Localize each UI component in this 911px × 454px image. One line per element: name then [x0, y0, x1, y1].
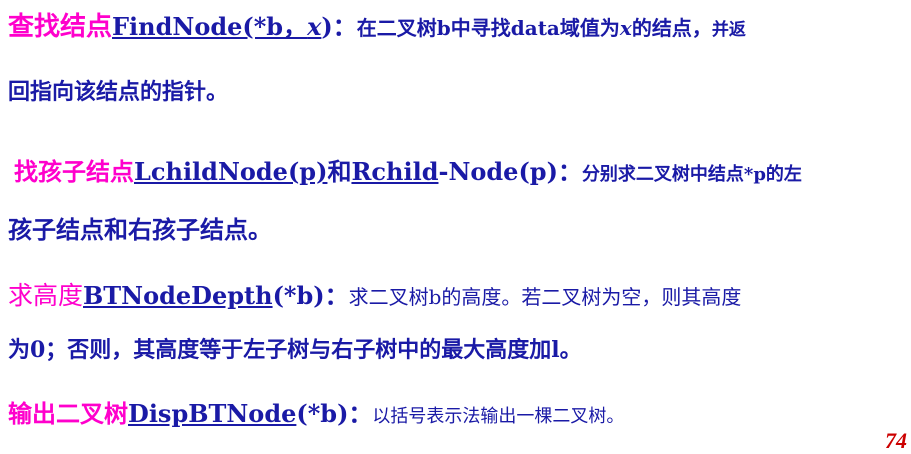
- function-close: )：: [321, 12, 357, 41]
- function-args: (*b)：: [272, 281, 349, 310]
- function-args: (*b)：: [296, 399, 373, 428]
- item-title: 查找结点: [8, 12, 113, 42]
- item-depth-line2: 为0；否则，其高度等于左子树与右子树中的最大高度加l。: [8, 337, 582, 363]
- function-param: x: [307, 12, 322, 41]
- description-variable: x: [619, 16, 632, 40]
- item-child-node-line2: 孩子结点和右孩子结点。: [8, 215, 272, 244]
- item-description: 并返: [711, 20, 746, 40]
- item-description: 分别求二叉树中结点*p的左: [581, 164, 802, 185]
- item-display-line: 输出二叉树DispBTNode(*b)：以括号表示法输出一棵二叉树。: [8, 394, 624, 429]
- colon: ：: [557, 157, 582, 186]
- item-title: 求高度: [8, 281, 84, 310]
- item-description: 的结点，: [631, 16, 712, 40]
- item-find-node-line1: 查找结点FindNode(*b，x)：在二叉树b中寻找data域值为x的结点，并…: [8, 6, 746, 43]
- item-description: 以括号表示法输出一棵二叉树。: [372, 406, 625, 427]
- item-title: 输出二叉树: [8, 399, 128, 428]
- item-description: 求二叉树b的高度。若二叉树为空，则其高度: [348, 285, 742, 309]
- item-description: 在二叉树b中寻找data域值为: [356, 16, 620, 40]
- item-title: 找孩子结点: [14, 157, 134, 186]
- function-name: FindNode(*b，: [112, 12, 308, 41]
- function-name: DispBTNode: [128, 399, 297, 428]
- item-find-node-line2: 回指向该结点的指针。: [8, 79, 229, 105]
- page-number: 74: [885, 428, 907, 453]
- item-child-node-line1: 找孩子结点LchildNode(p)和Rchild-Node(p)：分别求二叉树…: [14, 152, 802, 187]
- function-name-rest: -Node(p): [438, 157, 558, 186]
- item-depth-line1: 求高度BTNodeDepth(*b)：求二叉树b的高度。若二叉树为空，则其高度: [8, 276, 741, 312]
- function-name: Rchild: [351, 157, 439, 186]
- function-name: BTNodeDepth: [83, 281, 273, 310]
- function-name: LchildNode(p): [134, 157, 328, 186]
- conjunction: 和: [327, 157, 352, 186]
